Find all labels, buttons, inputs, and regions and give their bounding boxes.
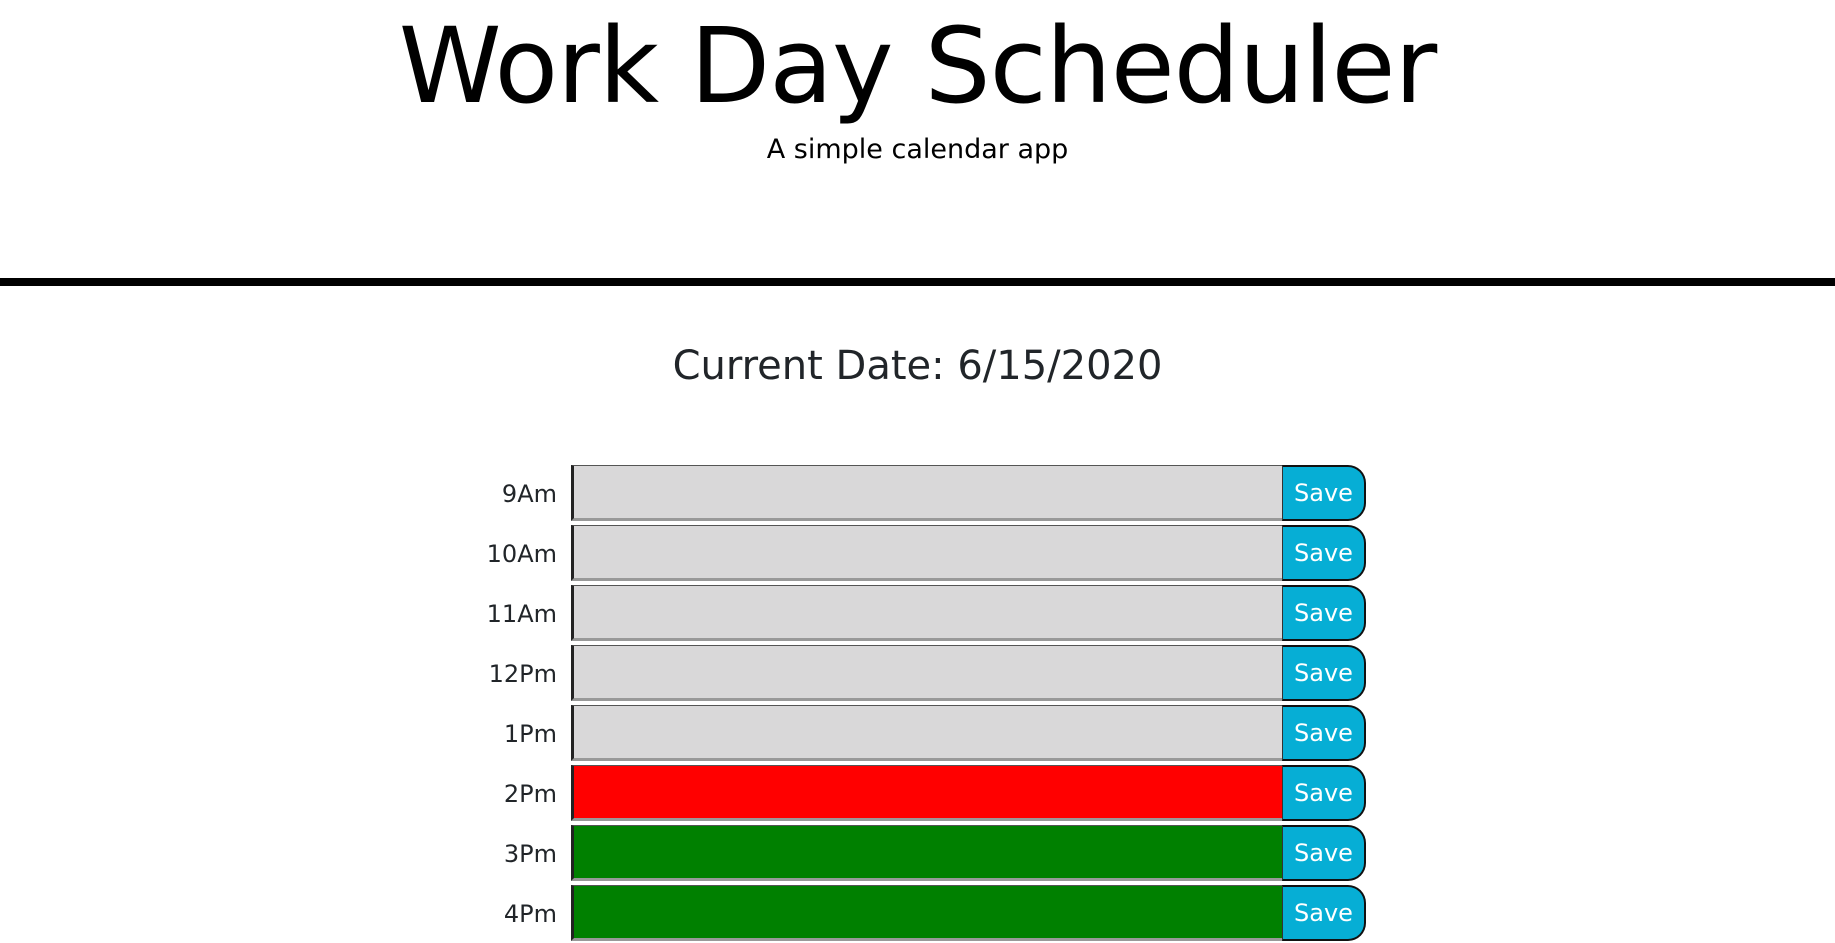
current-date-value: 6/15/2020 — [957, 343, 1163, 389]
hour-label: 9Am — [501, 480, 557, 508]
description-input[interactable] — [571, 825, 1283, 881]
time-block-11am: 11Am Save — [0, 583, 1835, 643]
save-button[interactable]: Save — [1282, 705, 1366, 761]
save-button[interactable]: Save — [1282, 825, 1366, 881]
schedule: 9Am Save 10Am Save 11Am Save 12Pm Save 1… — [0, 463, 1835, 943]
description-input[interactable] — [571, 705, 1283, 761]
app-subtitle: A simple calendar app — [766, 134, 1069, 165]
time-block-3pm: 3Pm Save — [0, 823, 1835, 883]
save-button[interactable]: Save — [1282, 765, 1366, 821]
time-block-4pm: 4Pm Save — [0, 883, 1835, 943]
hour-label: 4Pm — [503, 900, 557, 928]
time-block-12pm: 12Pm Save — [0, 643, 1835, 703]
hour-label: 2Pm — [503, 780, 557, 808]
hour-label: 12Pm — [488, 660, 557, 688]
current-date: Current Date: 6/15/2020 — [0, 342, 1835, 390]
time-block-1pm: 1Pm Save — [0, 703, 1835, 763]
time-block-2pm: 2Pm Save — [0, 763, 1835, 823]
time-block-10am: 10Am Save — [0, 523, 1835, 583]
description-input[interactable] — [571, 465, 1283, 521]
app-title: Work Day Scheduler — [398, 5, 1438, 127]
description-input[interactable] — [571, 585, 1283, 641]
hour-label: 10Am — [486, 540, 557, 568]
page-header: Work Day Scheduler A simple calendar app — [0, 0, 1835, 286]
description-input[interactable] — [571, 765, 1283, 821]
save-button[interactable]: Save — [1282, 645, 1366, 701]
save-button[interactable]: Save — [1282, 885, 1366, 941]
save-button[interactable]: Save — [1282, 585, 1366, 641]
hour-label: 3Pm — [503, 840, 557, 868]
current-date-label: Current Date: — [672, 343, 945, 389]
hour-label: 1Pm — [503, 720, 557, 748]
description-input[interactable] — [571, 645, 1283, 701]
description-input[interactable] — [571, 525, 1283, 581]
save-button[interactable]: Save — [1282, 465, 1366, 521]
hour-label: 11Am — [486, 600, 557, 628]
description-input[interactable] — [571, 885, 1283, 941]
save-button[interactable]: Save — [1282, 525, 1366, 581]
time-block-9am: 9Am Save — [0, 463, 1835, 523]
